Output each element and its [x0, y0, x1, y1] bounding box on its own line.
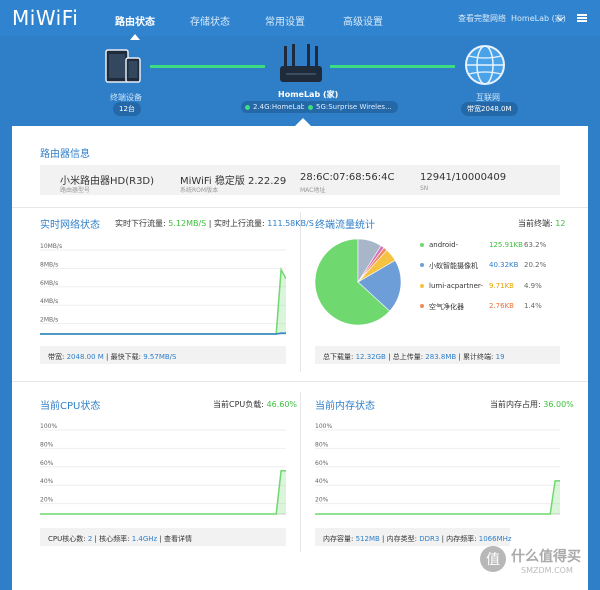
- hamburger-menu-icon[interactable]: [577, 14, 587, 22]
- mac-address-key: MAC地址: [300, 187, 326, 194]
- cpu-series-line: [40, 470, 286, 515]
- legend-dot-icon: [420, 243, 424, 247]
- legend-percent: 4.9%: [524, 282, 542, 290]
- memory-chart: 100% 80% 60% 40% 20%: [315, 423, 560, 515]
- legend-value: 40.32KB: [489, 261, 519, 269]
- link-router-internet: [330, 65, 455, 68]
- cpu-chart: 100% 80% 60% 40% 20%: [40, 423, 286, 515]
- divider: [12, 381, 588, 382]
- cpu-tick-label: 100%: [40, 423, 57, 430]
- legend-dot-icon: [420, 284, 424, 288]
- nav-router-status[interactable]: 路由状态: [115, 13, 155, 40]
- tablet-phone-icon[interactable]: [104, 46, 144, 86]
- memory-tick-label: 20%: [315, 497, 329, 504]
- bandwidth-badge: 带宽2048.0M: [461, 102, 518, 116]
- terminal-stats: 总下载量: 12.32GB | 总上传量: 283.8MB | 累计终端: 19: [323, 353, 505, 361]
- terminal-stats-title: 终端流量统计: [315, 220, 375, 231]
- svg-text:值: 值: [486, 552, 500, 568]
- legend-percent: 1.4%: [524, 302, 542, 310]
- legend-value: 9.71KB: [489, 282, 514, 290]
- legend-name: android-: [429, 241, 459, 249]
- traffic-tick-label: 8MB/s: [40, 261, 58, 268]
- watermark-text: 什么值得买: [511, 549, 581, 565]
- current-terminals: 当前终端: 12: [518, 219, 566, 228]
- cpu-load: 当前CPU负载: 46.60%: [213, 400, 298, 409]
- nav-advanced-settings[interactable]: 高级设置: [343, 13, 383, 28]
- sn-value: 12941/10000409: [420, 172, 507, 183]
- legend-dot-icon: [420, 263, 424, 267]
- wifi-status-dot: [245, 105, 250, 110]
- legend-value: 125.91KB: [489, 241, 523, 249]
- memory-series-line: [315, 480, 560, 515]
- legend-name: lumi-acpartner-: [429, 282, 483, 290]
- legend-name: 小蚁智能摄像机: [429, 262, 478, 270]
- legend-value: 2.76KB: [489, 302, 514, 310]
- wifi-status-dot: [308, 105, 313, 110]
- cpu-title: 当前CPU状态: [40, 401, 101, 412]
- memory-series-area: [315, 480, 560, 514]
- cpu-details-link[interactable]: 查看详情: [164, 535, 192, 543]
- legend-percent: 20.2%: [524, 261, 547, 269]
- router-model-key: 路由器型号: [60, 187, 91, 194]
- divider: [12, 207, 588, 208]
- legend-dot-icon: [420, 304, 424, 308]
- divider: [300, 212, 301, 372]
- traffic-title: 实时网络状态: [40, 220, 100, 231]
- globe-icon[interactable]: [464, 44, 506, 86]
- miwifi-logo[interactable]: MiWiFi: [12, 6, 78, 30]
- traffic-tick-label: 6MB/s: [40, 280, 58, 287]
- cpu-tick-label: 20%: [40, 497, 54, 504]
- memory-tick-label: 40%: [315, 478, 329, 485]
- traffic-tick-label: 4MB/s: [40, 298, 58, 305]
- cpu-series-area: [40, 470, 286, 514]
- smzdm-logo-icon: 值: [480, 546, 506, 572]
- memory-title: 当前内存状态: [315, 401, 375, 412]
- link-terminal-router: [150, 65, 265, 68]
- terminal-pie-chart: [314, 238, 402, 326]
- cpu-tick-label: 40%: [40, 478, 54, 485]
- memory-tick-label: 80%: [315, 441, 329, 448]
- wifi-24g-pill[interactable]: 2.4G:HomeLab: [241, 101, 312, 113]
- traffic-series-area: [40, 269, 286, 334]
- traffic-chart: 10MB/s 8MB/s 6MB/s 4MB/s 2MB/s: [40, 243, 286, 335]
- router-icon[interactable]: [278, 44, 324, 88]
- memory-tick-label: 100%: [315, 423, 332, 430]
- traffic-stats: 带宽: 2048.00 M | 最快下载: 9.57MB/S: [48, 353, 177, 361]
- terminal-count-badge: 12台: [113, 102, 141, 116]
- wifi-5g-pill[interactable]: 5G:Surprise Wireles...: [304, 101, 398, 113]
- traffic-rates: 实时下行流量: 5.12MB/S | 实时上行流量: 111.58KB/S: [115, 219, 314, 228]
- router-name: HomeLab (家): [278, 90, 339, 99]
- view-full-network-link[interactable]: 查看完整网络: [458, 13, 506, 24]
- traffic-tick-label: 2MB/s: [40, 317, 58, 324]
- nav-common-settings[interactable]: 常用设置: [265, 13, 305, 28]
- cpu-tick-label: 80%: [40, 441, 54, 448]
- cpu-stats: CPU核心数: 2 | 核心频率: 1.4GHz | 查看详情: [48, 535, 193, 543]
- traffic-series-line: [40, 266, 286, 335]
- mac-address-value: 28:6C:07:68:56:4C: [300, 172, 395, 183]
- memory-stats: 内存容量: 512MB | 内存类型: DDR3 | 内存频率: 1066MHz: [323, 535, 512, 543]
- watermark-sub: SMZDM.COM: [521, 566, 573, 575]
- memory-tick-label: 60%: [315, 460, 329, 467]
- traffic-series-line: [40, 332, 286, 335]
- memory-usage: 当前内存占用: 36.00%: [490, 400, 574, 409]
- legend-percent: 63.2%: [524, 241, 547, 249]
- rom-version-key: 系统ROM版本: [180, 187, 219, 194]
- cpu-tick-label: 60%: [40, 460, 54, 467]
- traffic-tick-label: 10MB/s: [40, 243, 62, 250]
- router-info-title: 路由器信息: [40, 149, 90, 160]
- nav-storage-status[interactable]: 存储状态: [190, 13, 230, 28]
- sn-key: SN: [420, 185, 429, 192]
- legend-name: 空气净化器: [429, 303, 464, 311]
- divider: [300, 392, 301, 552]
